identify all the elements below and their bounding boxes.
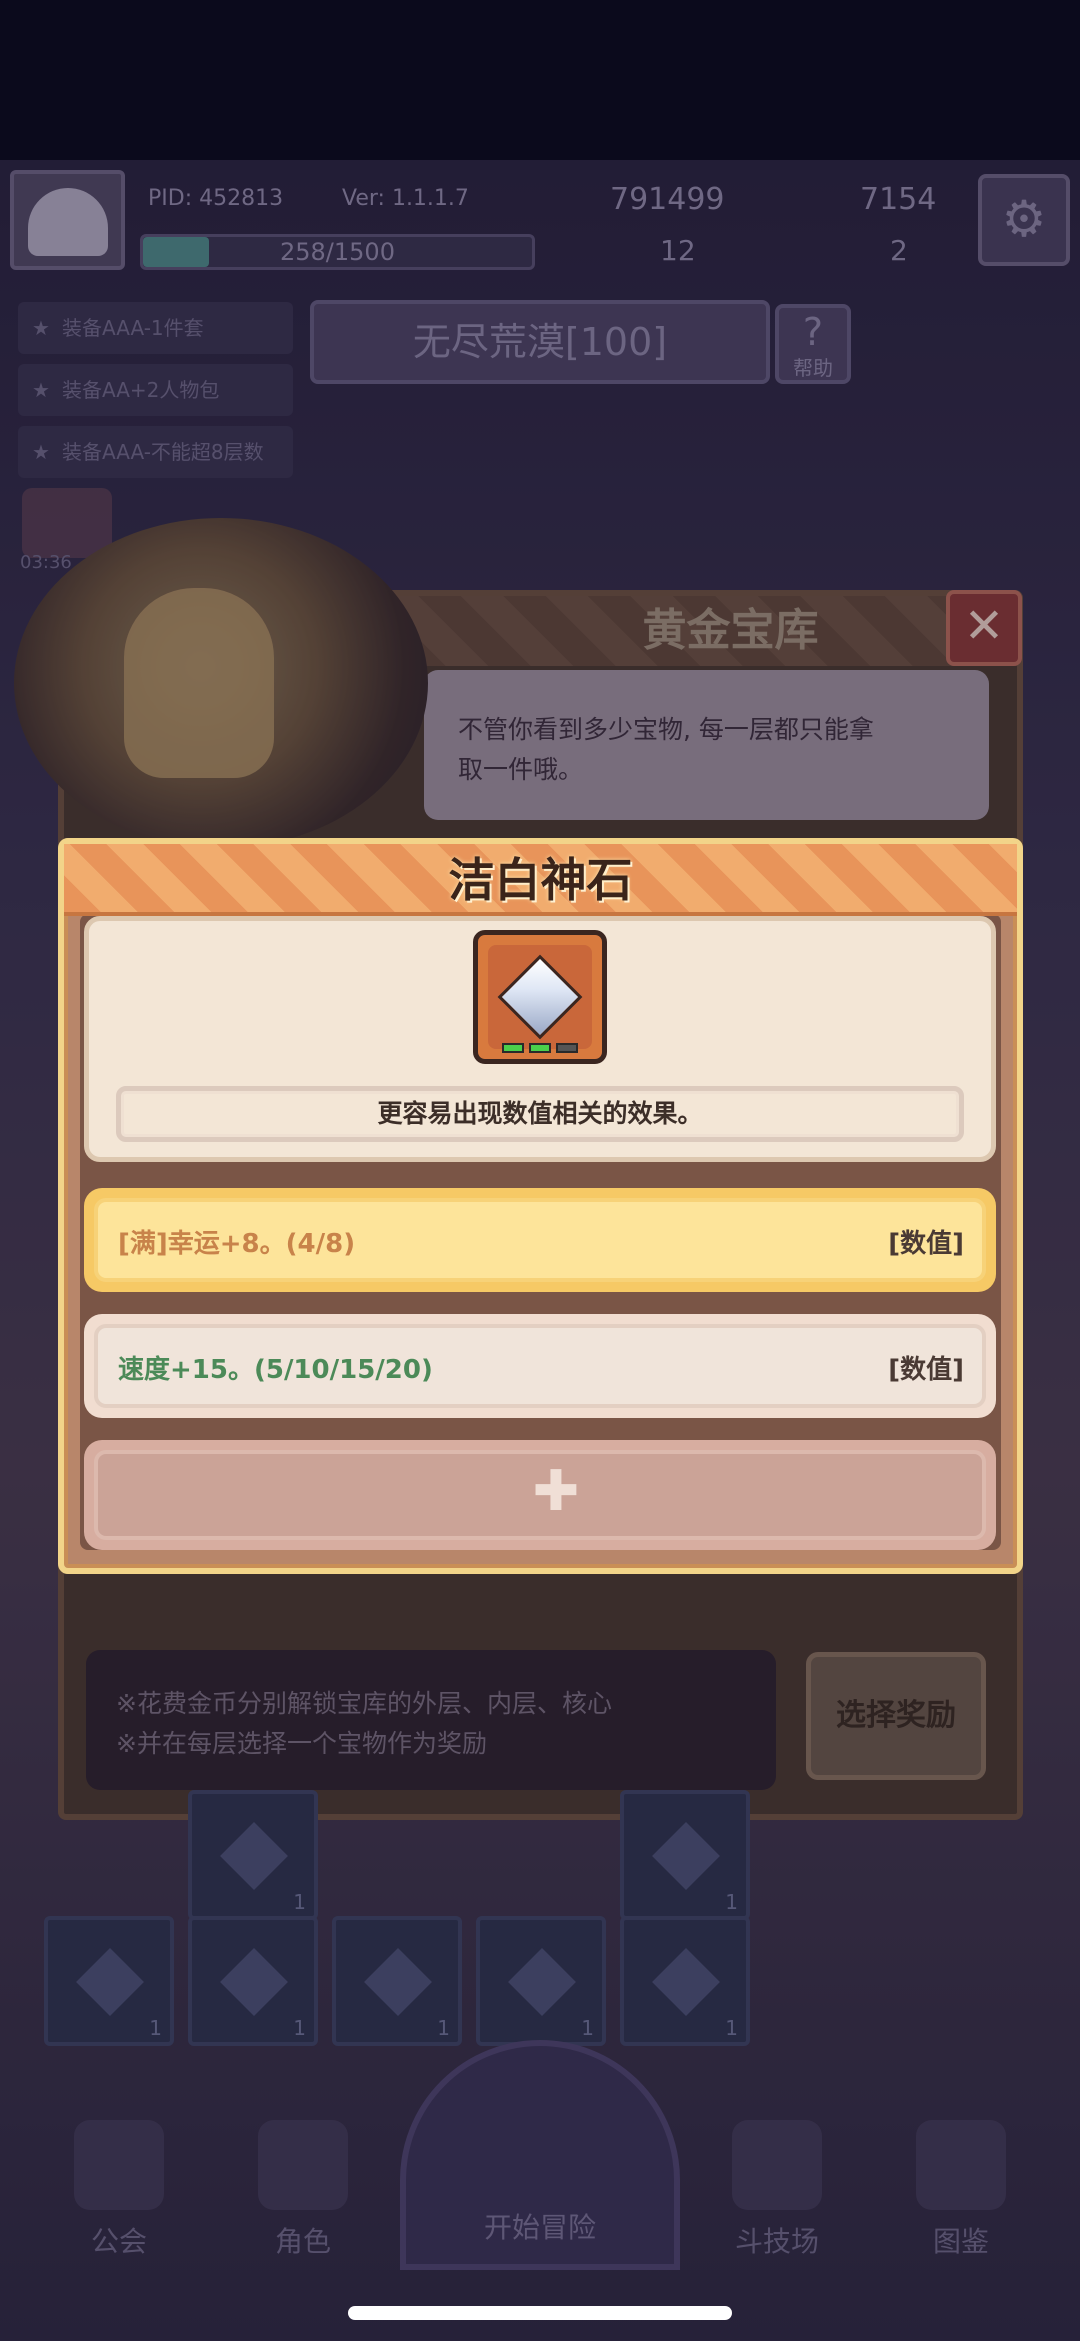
modal-title: 洁白神石 [448,853,633,907]
affix-slot[interactable]: 速度+15。(5/10/15/20) [数值] [84,1314,996,1418]
socket-indicator [502,1043,524,1053]
add-affix-slot[interactable]: ✚ [84,1440,996,1550]
socket-indicator [529,1043,551,1053]
white-stone-icon [473,930,607,1064]
item-icon-background [488,945,592,1053]
affix-slot-maxed[interactable]: [满]幸运+8。(4/8) [数值] [84,1188,996,1292]
affix-slot-inner: [满]幸运+8。(4/8) [数值] [94,1198,986,1282]
affix-slot-inner: ✚ [94,1450,986,1540]
socket-indicator [556,1043,578,1053]
modal-header: 洁白神石 [64,844,1017,916]
item-description: 更容易出现数值相关的效果。 [116,1086,964,1142]
status-area [0,0,1080,160]
plus-icon: ✚ [532,1459,580,1524]
affix-tag: [数值] [888,1229,964,1259]
affix-tag: [数值] [888,1355,964,1385]
affix-slot-inner: 速度+15。(5/10/15/20) [数值] [94,1324,986,1408]
crystal-icon [497,954,583,1040]
affix-text: [满]幸运+8。(4/8) [118,1229,356,1259]
home-indicator[interactable] [348,2306,732,2320]
affix-text: 速度+15。(5/10/15/20) [118,1355,433,1385]
